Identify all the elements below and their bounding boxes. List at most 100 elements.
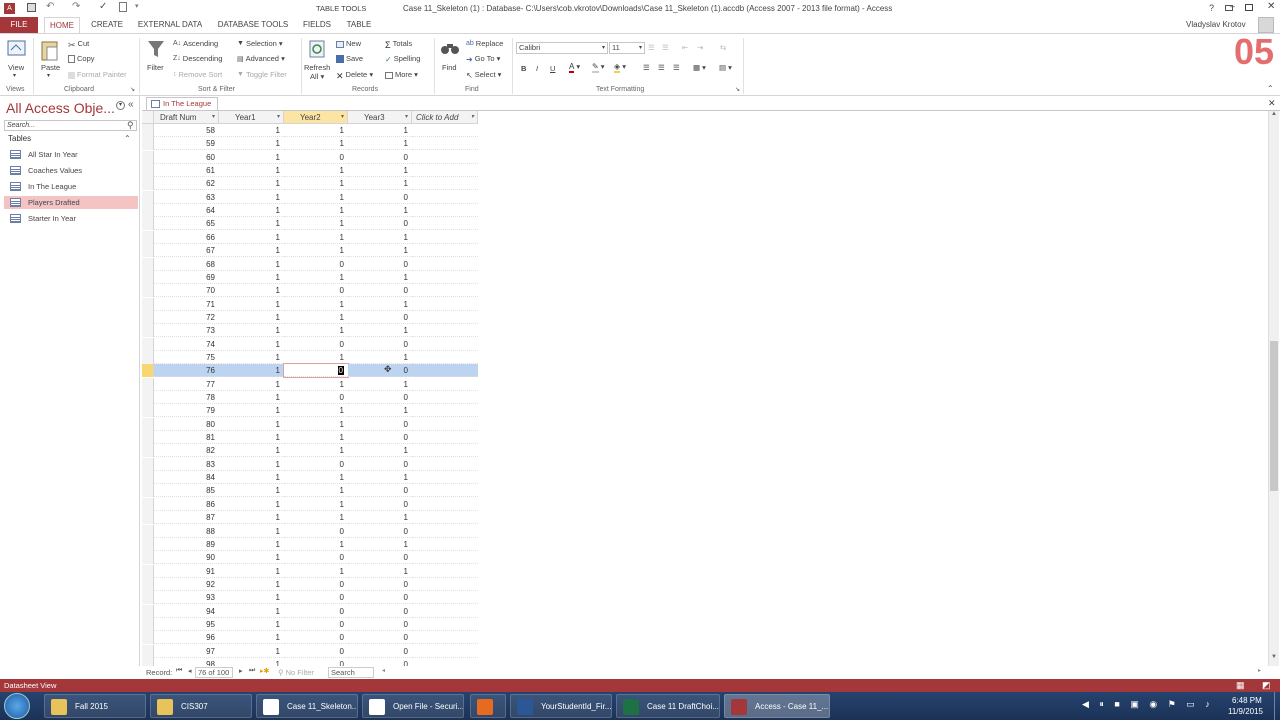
table-cell[interactable]: 1	[219, 605, 284, 618]
table-cell[interactable]: 0	[284, 284, 348, 298]
paste-dropdown-icon[interactable]: ▾	[47, 72, 50, 79]
table-cell[interactable]: 1	[284, 404, 348, 418]
table-cell[interactable]: 0	[284, 591, 348, 605]
column-dropdown-icon[interactable]: ▾	[341, 111, 344, 124]
font-name-select[interactable]: Calibri ▾	[516, 42, 608, 54]
save-record-button[interactable]: Save	[336, 54, 363, 64]
table-cell[interactable]: 1	[284, 137, 348, 151]
table-row[interactable]: 84 1 1 1	[142, 471, 478, 485]
table-cell[interactable]	[412, 551, 478, 565]
underline-button[interactable]: U	[550, 64, 555, 73]
design-view-icon[interactable]: ◩	[1262, 679, 1271, 692]
new-record-nav-icon[interactable]: ▸✱	[260, 667, 269, 675]
column-dropdown-icon[interactable]: ▾	[277, 111, 280, 124]
record-selector[interactable]	[142, 350, 154, 364]
table-row[interactable]: 63 1 1 0	[142, 190, 478, 204]
record-selector[interactable]	[142, 177, 154, 191]
column-dropdown-icon[interactable]: ▾	[471, 111, 474, 124]
hscroll-left-icon[interactable]: ◂	[382, 667, 385, 674]
table-cell[interactable]	[412, 484, 478, 498]
table-cell[interactable]: 1	[219, 217, 284, 231]
table-cell[interactable]: 0	[348, 217, 412, 231]
new-doc-icon[interactable]	[119, 2, 127, 12]
table-row[interactable]: 62 1 1 1	[142, 177, 478, 191]
nav-item-table[interactable]: In The League	[4, 180, 138, 193]
record-selector[interactable]	[142, 511, 154, 525]
highlight-button[interactable]: ✎ ▾	[592, 62, 605, 73]
nav-item-table[interactable]: Starter In Year	[4, 212, 138, 225]
table-cell[interactable]: 1	[284, 484, 348, 498]
table-cell[interactable]	[412, 298, 478, 311]
table-cell[interactable]	[412, 418, 478, 431]
record-selector[interactable]	[142, 577, 154, 591]
column-dropdown-icon[interactable]: ▾	[405, 111, 408, 124]
table-cell[interactable]: 1	[348, 124, 412, 137]
clock-time[interactable]: 6:48 PM	[1232, 696, 1262, 705]
table-cell[interactable]: 1	[219, 444, 284, 458]
header-year1[interactable]: Year1 ▾	[219, 111, 284, 124]
table-cell[interactable]: 1	[219, 271, 284, 284]
table-cell[interactable]: 1	[348, 244, 412, 258]
close-icon[interactable]: ✕	[1267, 1, 1275, 12]
find-button[interactable]: Find	[442, 63, 457, 72]
copy-button[interactable]: Copy	[68, 54, 95, 64]
indent-icon[interactable]: ⇥	[697, 43, 703, 52]
table-row[interactable]: 78 1 0 0	[142, 391, 478, 404]
table-cell[interactable]: 1	[348, 204, 412, 218]
first-record-icon[interactable]: ⏮	[176, 667, 182, 675]
table-cell[interactable]: 1	[219, 231, 284, 244]
text-formatting-launcher-icon[interactable]: ↘	[735, 86, 740, 93]
datasheet-view-icon[interactable]: ▦	[1236, 679, 1245, 692]
table-row[interactable]: 87 1 1 1	[142, 511, 478, 525]
table-cell[interactable]: 94	[154, 605, 219, 618]
table-cell[interactable]: 81	[154, 431, 219, 445]
help-icon[interactable]: ?	[1209, 3, 1214, 13]
table-cell[interactable]: 1	[219, 578, 284, 591]
table-cell[interactable]: 1	[219, 484, 284, 498]
table-cell[interactable]: 1	[219, 525, 284, 538]
table-cell[interactable]: 1	[219, 364, 284, 378]
table-cell[interactable]: 1	[219, 151, 284, 164]
table-cell[interactable]: 1	[348, 271, 412, 284]
table-row[interactable]: 82 1 1 1	[142, 444, 478, 458]
table-cell[interactable]: 1	[219, 404, 284, 418]
table-cell[interactable]	[412, 471, 478, 485]
record-selector[interactable]	[142, 217, 154, 231]
table-row[interactable]: 75 1 1 1	[142, 350, 478, 364]
table-cell[interactable]: 1	[219, 418, 284, 431]
table-row[interactable]: 60 1 0 0	[142, 150, 478, 164]
table-cell[interactable]: 1	[284, 298, 348, 311]
table-cell[interactable]: 88	[154, 525, 219, 538]
table-cell[interactable]	[412, 311, 478, 324]
last-record-icon[interactable]: ⏭	[249, 667, 255, 675]
table-cell[interactable]: 1	[284, 231, 348, 244]
table-cell[interactable]: 58	[154, 124, 219, 137]
table-cell[interactable]: 87	[154, 511, 219, 525]
table-row[interactable]: 71 1 1 1	[142, 297, 478, 311]
tray-icons[interactable]: ◀ ⏸ ■ ▣ ◉ ⚑ ▭ ♪	[1082, 699, 1214, 710]
table-cell[interactable]: 92	[154, 578, 219, 591]
cut-button[interactable]: ✂ Cut	[68, 39, 89, 50]
record-selector[interactable]	[142, 431, 154, 445]
collapse-ribbon-icon[interactable]: ⌃	[1267, 84, 1274, 93]
tab-file[interactable]: FILE	[0, 17, 38, 33]
record-selector[interactable]	[142, 391, 154, 404]
table-cell[interactable]: 1	[284, 444, 348, 458]
table-row[interactable]: 89 1 1 1	[142, 537, 478, 551]
table-cell[interactable]: 65	[154, 217, 219, 231]
table-cell[interactable]: 89	[154, 538, 219, 551]
record-selector[interactable]	[142, 337, 154, 351]
table-cell[interactable]	[412, 631, 478, 645]
table-cell[interactable]	[412, 431, 478, 445]
record-selector[interactable]	[142, 137, 154, 151]
table-cell[interactable]: 60	[154, 151, 219, 164]
table-cell[interactable]: 1	[284, 498, 348, 511]
table-cell[interactable]: 1	[219, 551, 284, 565]
table-row[interactable]: 79 1 1 1	[142, 404, 478, 418]
shutter-bar-close-icon[interactable]: «	[128, 99, 134, 110]
tab-fields[interactable]: FIELDS	[301, 17, 333, 33]
nav-pane-title[interactable]: All Access Obje...	[6, 100, 115, 116]
table-cell[interactable]: 1	[284, 538, 348, 551]
table-cell[interactable]: 0	[348, 311, 412, 324]
nav-item-table[interactable]: Coaches Values	[4, 164, 138, 177]
